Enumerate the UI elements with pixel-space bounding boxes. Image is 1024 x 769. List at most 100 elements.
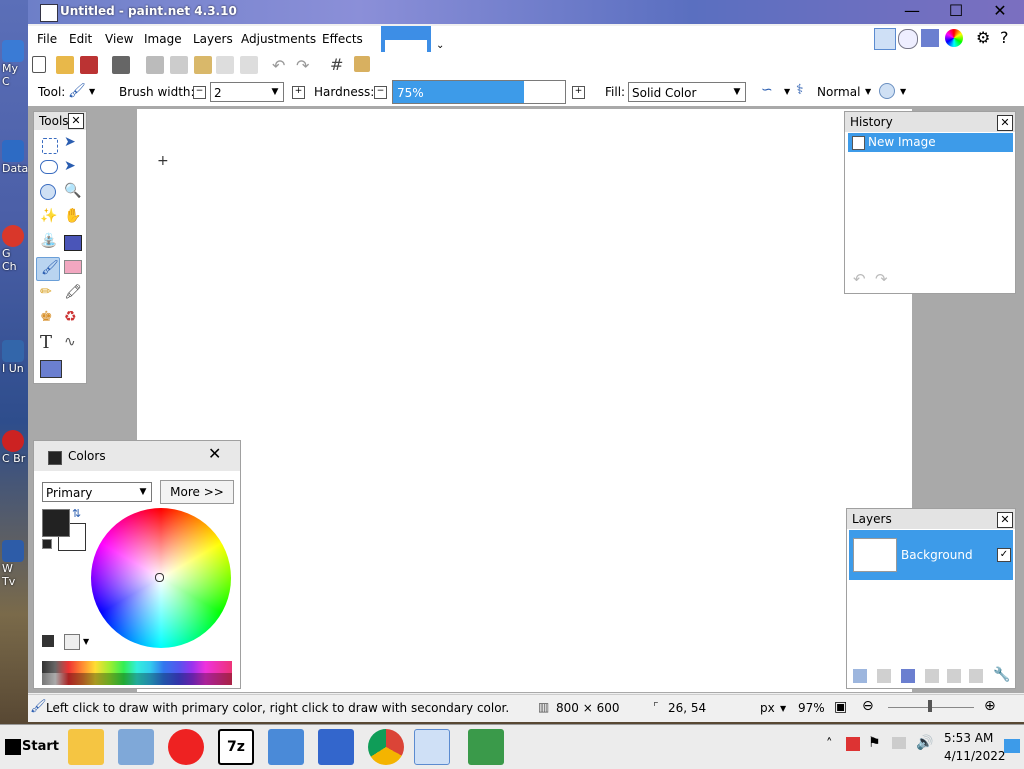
paintbrush-tool-button[interactable]: 🖌 bbox=[36, 257, 60, 281]
paste-icon[interactable] bbox=[194, 56, 212, 74]
units-select[interactable]: px bbox=[760, 701, 775, 715]
pencil-icon[interactable]: ✏ bbox=[40, 284, 52, 300]
layers-toggle-icon[interactable] bbox=[921, 29, 939, 47]
recolor-icon[interactable]: ♻ bbox=[64, 309, 77, 325]
fill-select[interactable]: Solid Color bbox=[628, 82, 746, 102]
line-curve-icon[interactable]: ∿ bbox=[64, 334, 76, 350]
duplicate-layer-icon[interactable] bbox=[901, 669, 915, 683]
cut-icon[interactable] bbox=[146, 56, 164, 74]
shapes-icon[interactable] bbox=[40, 360, 62, 378]
crop-to-selection-icon[interactable] bbox=[216, 56, 234, 74]
minimize-button[interactable]: — bbox=[890, 0, 934, 24]
menu-view[interactable]: View bbox=[105, 32, 133, 46]
print-icon[interactable] bbox=[112, 56, 130, 74]
move-selection-icon[interactable]: ➤ bbox=[64, 158, 76, 174]
network-icon[interactable] bbox=[892, 737, 906, 749]
action-center-flag-icon[interactable]: ⚑ bbox=[868, 735, 881, 751]
color-picker-icon[interactable]: 🖍 bbox=[64, 284, 82, 300]
palette-options-icon[interactable] bbox=[64, 634, 80, 650]
magic-wand-icon[interactable]: ✨ bbox=[40, 208, 57, 224]
clipping-dropdown-arrow[interactable]: ▼ bbox=[900, 87, 906, 96]
brush-width-dropdown-arrow[interactable]: ▼ bbox=[268, 83, 282, 101]
clone-stamp-icon[interactable]: ♚ bbox=[40, 309, 53, 325]
zoom-value[interactable]: 97% bbox=[798, 701, 825, 715]
menu-layers[interactable]: Layers bbox=[193, 32, 233, 46]
blend-mode-value[interactable]: Normal bbox=[817, 85, 860, 99]
history-panel-close-button[interactable]: ✕ bbox=[997, 115, 1013, 131]
delete-layer-icon[interactable] bbox=[877, 669, 891, 683]
show-desktop-icon[interactable] bbox=[1004, 739, 1020, 753]
merge-layer-down-icon[interactable] bbox=[925, 669, 939, 683]
selection-clipping-icon[interactable] bbox=[879, 83, 895, 99]
antialiasing-dropdown-arrow[interactable]: ▼ bbox=[784, 87, 790, 96]
text-tool-icon[interactable]: T bbox=[40, 332, 52, 353]
menu-effects[interactable]: Effects bbox=[322, 32, 363, 46]
antialiasing-icon[interactable]: ∽ bbox=[761, 82, 773, 98]
window-app-taskbar-icon[interactable] bbox=[118, 729, 154, 765]
hardness-decrease-button[interactable]: − bbox=[374, 86, 387, 99]
add-layer-icon[interactable] bbox=[853, 669, 867, 683]
chrome-taskbar-icon[interactable] bbox=[368, 729, 404, 765]
desktop-icon-browser[interactable]: C Br bbox=[2, 430, 28, 490]
file-explorer-taskbar-icon[interactable] bbox=[68, 729, 104, 765]
opera-taskbar-icon[interactable] bbox=[168, 729, 204, 765]
history-undo-icon[interactable]: ↶ bbox=[853, 270, 866, 288]
menu-file[interactable]: File bbox=[37, 32, 57, 46]
desktop-icon-tv[interactable]: W Tv bbox=[2, 540, 28, 600]
rulers-icon[interactable] bbox=[354, 56, 370, 72]
tools-toggle-icon[interactable] bbox=[874, 28, 896, 50]
download-app-taskbar-icon[interactable] bbox=[468, 729, 504, 765]
palette-row-dark[interactable] bbox=[42, 673, 232, 685]
hardness-slider[interactable]: 75% bbox=[392, 80, 566, 104]
menu-image[interactable]: Image bbox=[144, 32, 182, 46]
layer-properties-icon[interactable]: 🔧 bbox=[993, 667, 1010, 683]
fill-dropdown-arrow[interactable]: ▼ bbox=[730, 83, 744, 101]
tool-dropdown-arrow[interactable]: ▼ bbox=[89, 87, 95, 96]
swap-colors-icon[interactable]: ⇅ bbox=[72, 507, 81, 520]
ellipse-select-icon[interactable] bbox=[40, 184, 56, 200]
zoom-out-icon[interactable]: ⊖ bbox=[862, 698, 874, 714]
palette-row-bright[interactable] bbox=[42, 661, 232, 673]
add-to-palette-icon[interactable] bbox=[42, 635, 54, 647]
settings-gear-icon[interactable]: ⚙ bbox=[976, 28, 990, 47]
rectangle-select-icon[interactable] bbox=[42, 138, 58, 154]
zoom-in-icon[interactable]: ⊕ bbox=[984, 698, 996, 714]
zoom-icon[interactable]: 🔍 bbox=[64, 183, 81, 199]
primary-color-swatch[interactable] bbox=[42, 509, 70, 537]
deselect-icon[interactable] bbox=[240, 56, 258, 74]
blend-mode-dropdown-arrow[interactable]: ▼ bbox=[865, 87, 871, 96]
color-wheel[interactable] bbox=[91, 508, 231, 648]
eraser-icon[interactable] bbox=[64, 260, 82, 274]
new-file-icon[interactable] bbox=[32, 56, 46, 73]
paintnet-taskbar-icon[interactable] bbox=[414, 729, 450, 765]
redo-icon[interactable]: ↷ bbox=[296, 56, 309, 75]
history-toggle-icon[interactable] bbox=[898, 29, 918, 49]
move-layer-down-icon[interactable] bbox=[969, 669, 983, 683]
tray-overflow-icon[interactable]: ˄ bbox=[826, 737, 833, 752]
image-canvas[interactable]: + bbox=[137, 109, 912, 692]
layer-visibility-checkbox[interactable]: ✓ bbox=[997, 548, 1011, 562]
undo-icon[interactable]: ↶ bbox=[272, 56, 285, 75]
units-dropdown-arrow[interactable]: ▼ bbox=[780, 704, 786, 713]
more-colors-button[interactable]: More >> bbox=[160, 480, 234, 504]
layer-row[interactable]: Background ✓ bbox=[849, 530, 1013, 580]
menu-edit[interactable]: Edit bbox=[69, 32, 92, 46]
copy-icon[interactable] bbox=[170, 56, 188, 74]
move-layer-up-icon[interactable] bbox=[947, 669, 961, 683]
tools-panel-close-button[interactable]: ✕ bbox=[68, 113, 84, 129]
zoom-slider-thumb[interactable] bbox=[928, 700, 932, 712]
save-icon[interactable] bbox=[80, 56, 98, 74]
help-icon[interactable]: ? bbox=[1000, 28, 1009, 47]
hardness-increase-button[interactable]: + bbox=[572, 86, 585, 99]
maximize-button[interactable]: ☐ bbox=[934, 0, 978, 24]
desktop-icon-chrome[interactable]: G Ch bbox=[2, 225, 28, 285]
grid-icon[interactable]: # bbox=[330, 55, 343, 74]
installer-taskbar-icon[interactable] bbox=[318, 729, 354, 765]
history-redo-icon[interactable]: ↷ bbox=[875, 270, 888, 288]
colors-toggle-icon[interactable] bbox=[945, 29, 963, 47]
palette-dropdown-arrow[interactable]: ▼ bbox=[83, 637, 89, 646]
title-bar[interactable]: Untitled - paint.net 4.3.10 — ☐ ✕ bbox=[28, 0, 1024, 24]
volume-icon[interactable]: 🔊 bbox=[916, 735, 933, 751]
7zip-taskbar-icon[interactable]: 7z bbox=[218, 729, 254, 765]
color-mode-dropdown-arrow[interactable]: ▼ bbox=[136, 483, 150, 501]
